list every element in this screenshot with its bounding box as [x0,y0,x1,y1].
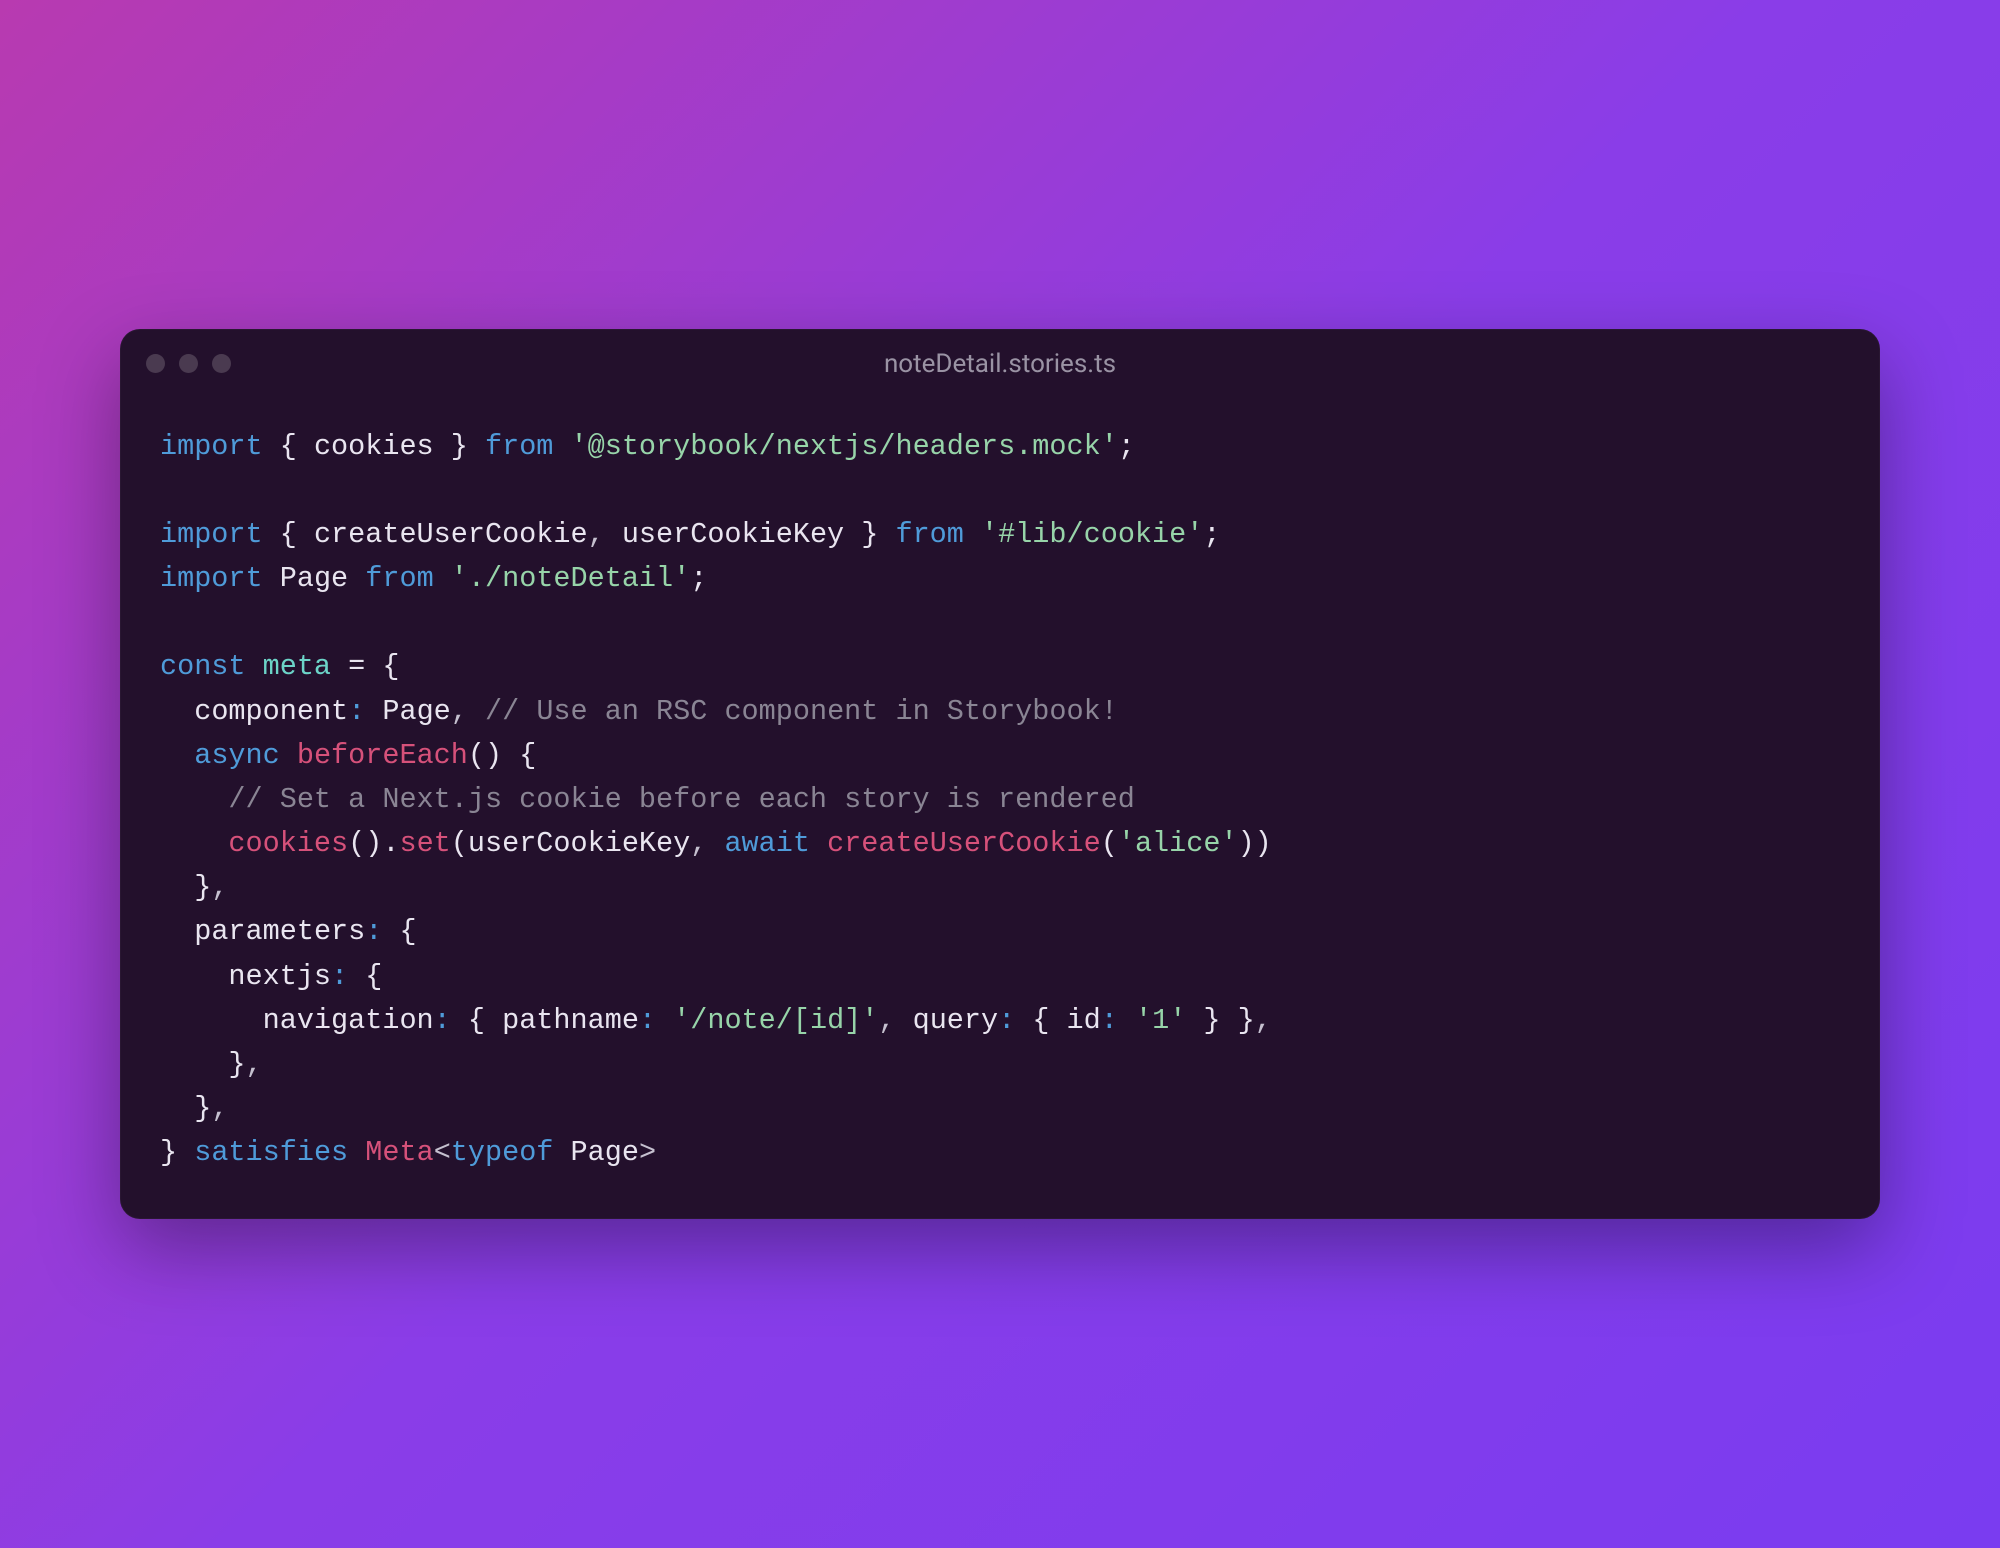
window-titlebar: noteDetail.stories.ts [120,329,1880,399]
minimize-icon[interactable] [179,354,198,373]
kw-import: import [160,430,263,463]
close-icon[interactable] [146,354,165,373]
traffic-lights [146,354,231,373]
maximize-icon[interactable] [212,354,231,373]
code-window: noteDetail.stories.ts import { cookies }… [120,329,1880,1220]
code-block: import { cookies } from '@storybook/next… [120,399,1880,1220]
window-title: noteDetail.stories.ts [120,349,1880,379]
